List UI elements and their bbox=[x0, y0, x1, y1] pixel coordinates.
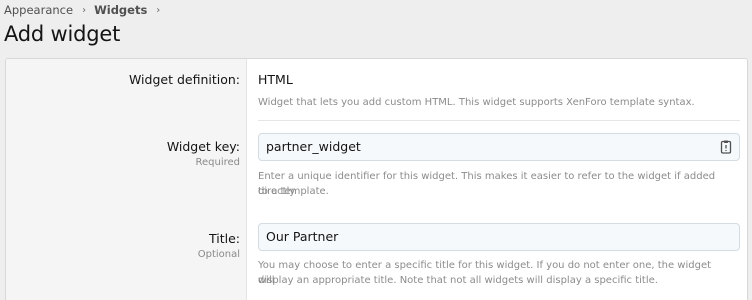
widget-key-required-hint: Required bbox=[195, 157, 240, 168]
form-row-title: Title: Optional Our Partner You may choo… bbox=[6, 211, 747, 300]
title-label: Title: bbox=[209, 231, 240, 246]
widget-key-input[interactable]: partner_widget bbox=[258, 133, 740, 161]
widget-key-hint-line-2: to a template. bbox=[258, 186, 329, 197]
title-value: Our Partner bbox=[266, 229, 339, 244]
definition-label: Widget definition: bbox=[128, 72, 240, 87]
form-row-definition: Widget definition: HTML Widget that lets… bbox=[6, 59, 747, 121]
widget-form-panel: Widget definition: HTML Widget that lets… bbox=[5, 58, 748, 300]
chevron-right-icon: › bbox=[82, 4, 87, 16]
form-row-widget-key: Widget key: Required partner_widget Ente… bbox=[6, 121, 747, 211]
breadcrumb-item-widgets[interactable]: Widgets bbox=[94, 3, 147, 17]
breadcrumb: Appearance › Widgets › bbox=[4, 2, 168, 18]
definition-hint: Widget that lets you add custom HTML. Th… bbox=[258, 97, 695, 108]
breadcrumb-item-appearance[interactable]: Appearance bbox=[4, 3, 73, 17]
title-input[interactable]: Our Partner bbox=[258, 223, 740, 251]
title-hint-line-2: display an appropriate title. Note that … bbox=[258, 275, 658, 286]
chevron-right-icon: › bbox=[156, 4, 161, 16]
widget-key-label: Widget key: bbox=[166, 139, 240, 154]
clipboard-icon[interactable] bbox=[720, 140, 732, 154]
widget-key-value: partner_widget bbox=[266, 139, 361, 154]
page-title: Add widget bbox=[4, 22, 121, 46]
title-optional-hint: Optional bbox=[197, 249, 240, 260]
definition-value: HTML bbox=[258, 72, 293, 87]
